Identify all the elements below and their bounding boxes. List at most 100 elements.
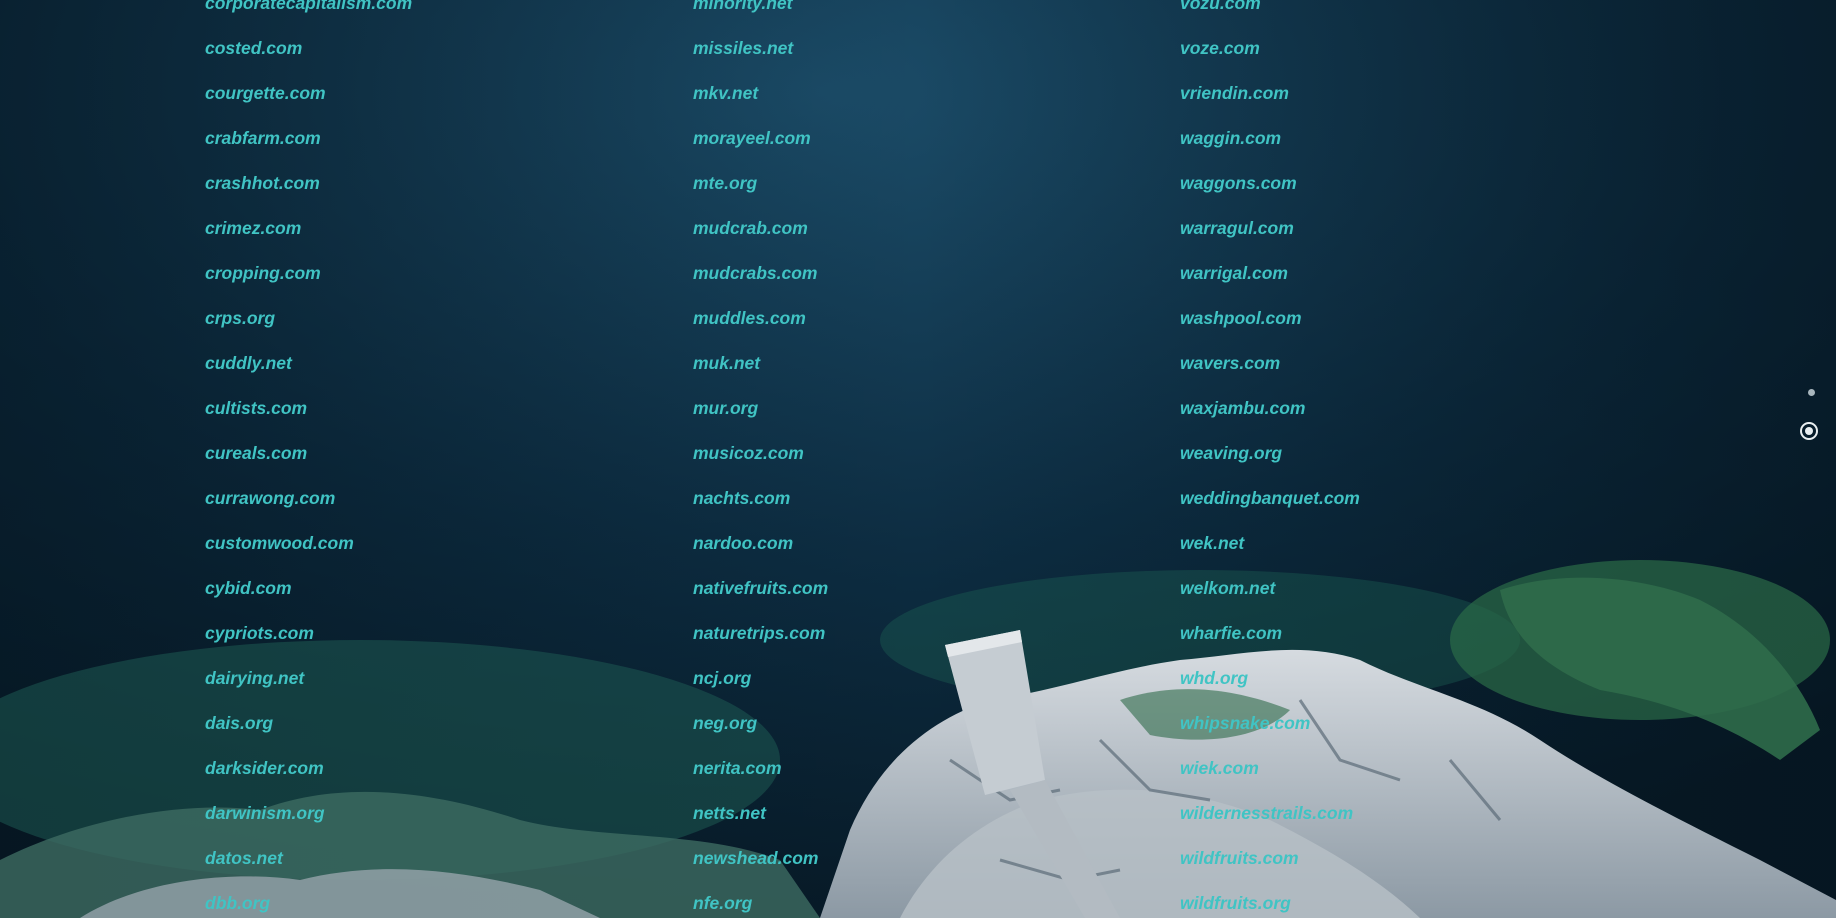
- domain-link[interactable]: whipsnake.com: [1180, 713, 1310, 733]
- domain-list-item: newshead.com: [693, 848, 818, 868]
- domain-link[interactable]: warragul.com: [1180, 218, 1294, 238]
- domain-link[interactable]: mudcrab.com: [693, 218, 808, 238]
- domain-link[interactable]: mudcrabs.com: [693, 263, 817, 283]
- domain-link[interactable]: crimez.com: [205, 218, 301, 238]
- domain-link[interactable]: cureals.com: [205, 443, 307, 463]
- domain-link[interactable]: vozu.com: [1180, 0, 1261, 13]
- domain-list-item: washpool.com: [1180, 308, 1302, 328]
- domain-link[interactable]: crps.org: [205, 308, 275, 328]
- domain-link[interactable]: weaving.org: [1180, 443, 1282, 463]
- domain-link[interactable]: wildernesstrails.com: [1180, 803, 1353, 823]
- domain-link[interactable]: minority.net: [693, 0, 793, 13]
- domain-link[interactable]: wildfruits.com: [1180, 848, 1299, 868]
- domain-link[interactable]: naturetrips.com: [693, 623, 825, 643]
- domain-list-item: waxjambu.com: [1180, 398, 1305, 418]
- radio-dot-icon[interactable]: [1800, 422, 1818, 440]
- domain-link[interactable]: whd.org: [1180, 668, 1248, 688]
- domain-list-item: whipsnake.com: [1180, 713, 1310, 733]
- domain-list-item: missiles.net: [693, 38, 793, 58]
- domain-link[interactable]: cybid.com: [205, 578, 292, 598]
- domain-list-item: cuddly.net: [205, 353, 292, 373]
- domain-list-item: wildfruits.org: [1180, 893, 1291, 913]
- domain-link[interactable]: voze.com: [1180, 38, 1260, 58]
- domain-list-item: wildfruits.com: [1180, 848, 1299, 868]
- domain-link[interactable]: nfe.org: [693, 893, 752, 913]
- domain-list-item: weaving.org: [1180, 443, 1282, 463]
- domain-link[interactable]: morayeel.com: [693, 128, 811, 148]
- domain-link[interactable]: dairying.net: [205, 668, 304, 688]
- domain-link[interactable]: wiek.com: [1180, 758, 1259, 778]
- domain-link[interactable]: welkom.net: [1180, 578, 1275, 598]
- domain-list-item: nachts.com: [693, 488, 790, 508]
- domain-list-item: crabfarm.com: [205, 128, 321, 148]
- domain-link[interactable]: weddingbanquet.com: [1180, 488, 1360, 508]
- domain-link[interactable]: cultists.com: [205, 398, 307, 418]
- domain-link[interactable]: waggons.com: [1180, 173, 1297, 193]
- domain-link[interactable]: wavers.com: [1180, 353, 1280, 373]
- domain-list-item: nerita.com: [693, 758, 782, 778]
- domain-link[interactable]: vriendin.com: [1180, 83, 1289, 103]
- domain-list-item: wavers.com: [1180, 353, 1280, 373]
- domain-link[interactable]: muk.net: [693, 353, 760, 373]
- domain-link[interactable]: missiles.net: [693, 38, 793, 58]
- domain-list-item: mkv.net: [693, 83, 758, 103]
- domain-list-item: dairying.net: [205, 668, 304, 688]
- domain-link[interactable]: wek.net: [1180, 533, 1244, 553]
- domain-link[interactable]: mte.org: [693, 173, 757, 193]
- domain-list-item: darwinism.org: [205, 803, 325, 823]
- domain-link[interactable]: mur.org: [693, 398, 758, 418]
- dot-icon[interactable]: [1808, 389, 1815, 396]
- domain-list-item: nativefruits.com: [693, 578, 828, 598]
- domain-list-item: wharfie.com: [1180, 623, 1282, 643]
- domain-link[interactable]: warrigal.com: [1180, 263, 1288, 283]
- domain-link[interactable]: nardoo.com: [693, 533, 793, 553]
- domain-link[interactable]: mkv.net: [693, 83, 758, 103]
- domain-link[interactable]: darksider.com: [205, 758, 324, 778]
- domain-link[interactable]: neg.org: [693, 713, 757, 733]
- domain-list-item: ncj.org: [693, 668, 751, 688]
- domain-list-item: crps.org: [205, 308, 275, 328]
- domain-link[interactable]: musicoz.com: [693, 443, 804, 463]
- domain-link[interactable]: cropping.com: [205, 263, 321, 283]
- domain-link[interactable]: currawong.com: [205, 488, 335, 508]
- domain-link[interactable]: crabfarm.com: [205, 128, 321, 148]
- domain-link[interactable]: waggin.com: [1180, 128, 1281, 148]
- domain-link[interactable]: nachts.com: [693, 488, 790, 508]
- domain-link[interactable]: costed.com: [205, 38, 302, 58]
- domain-link[interactable]: cypriots.com: [205, 623, 314, 643]
- section-pager: [1800, 385, 1822, 445]
- domain-link[interactable]: dbb.org: [205, 893, 270, 913]
- domain-link[interactable]: cuddly.net: [205, 353, 292, 373]
- domain-list-item: mudcrabs.com: [693, 263, 817, 283]
- domain-link[interactable]: crashhot.com: [205, 173, 320, 193]
- domain-link[interactable]: dais.org: [205, 713, 273, 733]
- domain-list-item: netts.net: [693, 803, 766, 823]
- domain-link[interactable]: ncj.org: [693, 668, 751, 688]
- domain-link[interactable]: courgette.com: [205, 83, 326, 103]
- domain-list-item: warragul.com: [1180, 218, 1294, 238]
- domain-list-item: mte.org: [693, 173, 757, 193]
- domain-list-item: vriendin.com: [1180, 83, 1289, 103]
- domain-list-item: weddingbanquet.com: [1180, 488, 1360, 508]
- domain-link[interactable]: washpool.com: [1180, 308, 1302, 328]
- domain-list-item: cureals.com: [205, 443, 307, 463]
- domain-link[interactable]: darwinism.org: [205, 803, 325, 823]
- domain-link[interactable]: newshead.com: [693, 848, 818, 868]
- domain-list-item: datos.net: [205, 848, 283, 868]
- domain-link[interactable]: nativefruits.com: [693, 578, 828, 598]
- domain-list-item: customwood.com: [205, 533, 354, 553]
- domain-list-item: wildernesstrails.com: [1180, 803, 1353, 823]
- domain-list-item: crashhot.com: [205, 173, 320, 193]
- domain-list-item: cybid.com: [205, 578, 292, 598]
- domain-link[interactable]: waxjambu.com: [1180, 398, 1305, 418]
- domain-list-item: naturetrips.com: [693, 623, 825, 643]
- domain-link[interactable]: wildfruits.org: [1180, 893, 1291, 913]
- domain-link[interactable]: wharfie.com: [1180, 623, 1282, 643]
- domain-link[interactable]: nerita.com: [693, 758, 782, 778]
- domain-link[interactable]: netts.net: [693, 803, 766, 823]
- domain-list-item: voze.com: [1180, 38, 1260, 58]
- domain-link[interactable]: muddles.com: [693, 308, 806, 328]
- domain-link[interactable]: datos.net: [205, 848, 283, 868]
- domain-link[interactable]: corporatecapitalism.com: [205, 0, 412, 13]
- domain-link[interactable]: customwood.com: [205, 533, 354, 553]
